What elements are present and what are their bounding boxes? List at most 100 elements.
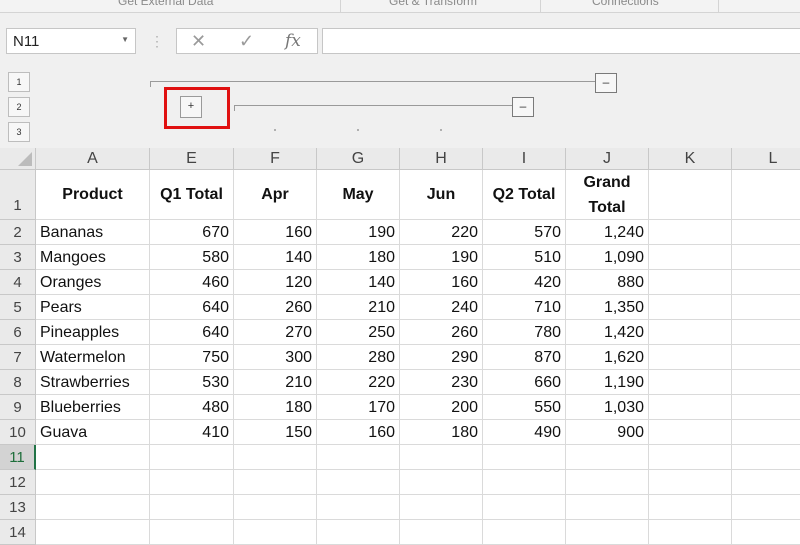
empty-cell[interactable] xyxy=(732,170,800,220)
value-cell[interactable]: 420 xyxy=(483,270,566,295)
empty-cell[interactable] xyxy=(400,520,483,545)
empty-cell[interactable] xyxy=(732,220,800,245)
empty-cell[interactable] xyxy=(234,495,317,520)
column-header-k[interactable]: K xyxy=(649,148,732,170)
name-box[interactable]: N11 ▼ xyxy=(6,28,136,54)
header-cell-grand-total[interactable]: Grand Total xyxy=(566,170,649,220)
empty-cell[interactable] xyxy=(317,470,400,495)
value-cell[interactable]: 410 xyxy=(150,420,234,445)
value-cell[interactable]: 170 xyxy=(317,395,400,420)
empty-cell[interactable] xyxy=(649,395,732,420)
insert-function-button[interactable]: fx xyxy=(285,31,301,51)
value-cell[interactable]: 230 xyxy=(400,370,483,395)
empty-cell[interactable] xyxy=(649,445,732,470)
value-cell[interactable]: 200 xyxy=(400,395,483,420)
empty-cell[interactable] xyxy=(732,395,800,420)
empty-cell[interactable] xyxy=(732,520,800,545)
empty-cell[interactable] xyxy=(649,320,732,345)
empty-cell[interactable] xyxy=(732,470,800,495)
column-header-h[interactable]: H xyxy=(400,148,483,170)
value-cell[interactable]: 260 xyxy=(234,295,317,320)
outline-level-1-button[interactable]: 1 xyxy=(8,72,30,92)
empty-cell[interactable] xyxy=(234,470,317,495)
row-header-7[interactable]: 7 xyxy=(0,345,36,370)
value-cell[interactable]: 510 xyxy=(483,245,566,270)
product-name-cell[interactable]: Pineapples xyxy=(36,320,150,345)
empty-cell[interactable] xyxy=(483,470,566,495)
value-cell[interactable]: 1,090 xyxy=(566,245,649,270)
value-cell[interactable]: 190 xyxy=(400,245,483,270)
empty-cell[interactable] xyxy=(649,520,732,545)
select-all-button[interactable] xyxy=(0,148,36,170)
row-header-3[interactable]: 3 xyxy=(0,245,36,270)
value-cell[interactable]: 240 xyxy=(400,295,483,320)
empty-cell[interactable] xyxy=(483,445,566,470)
value-cell[interactable]: 160 xyxy=(234,220,317,245)
product-name-cell[interactable]: Blueberries xyxy=(36,395,150,420)
empty-cell[interactable] xyxy=(649,245,732,270)
value-cell[interactable]: 870 xyxy=(483,345,566,370)
empty-cell[interactable] xyxy=(649,420,732,445)
value-cell[interactable]: 490 xyxy=(483,420,566,445)
collapse-group-button[interactable]: – xyxy=(595,73,617,93)
empty-cell[interactable] xyxy=(566,470,649,495)
empty-cell[interactable] xyxy=(234,445,317,470)
empty-cell[interactable] xyxy=(732,295,800,320)
row-header-12[interactable]: 12 xyxy=(0,470,36,495)
empty-cell[interactable] xyxy=(36,520,150,545)
row-header-1[interactable]: 1 xyxy=(0,170,36,220)
value-cell[interactable]: 210 xyxy=(317,295,400,320)
header-cell-apr[interactable]: Apr xyxy=(234,170,317,220)
value-cell[interactable]: 900 xyxy=(566,420,649,445)
empty-cell[interactable] xyxy=(566,520,649,545)
value-cell[interactable]: 140 xyxy=(317,270,400,295)
empty-cell[interactable] xyxy=(732,345,800,370)
value-cell[interactable]: 1,350 xyxy=(566,295,649,320)
value-cell[interactable]: 180 xyxy=(400,420,483,445)
value-cell[interactable]: 220 xyxy=(400,220,483,245)
collapse-group-button[interactable]: – xyxy=(512,97,534,117)
header-cell-jun[interactable]: Jun xyxy=(400,170,483,220)
empty-cell[interactable] xyxy=(36,495,150,520)
value-cell[interactable]: 780 xyxy=(483,320,566,345)
header-cell-q1-total[interactable]: Q1 Total xyxy=(150,170,234,220)
value-cell[interactable]: 530 xyxy=(150,370,234,395)
product-name-cell[interactable]: Watermelon xyxy=(36,345,150,370)
value-cell[interactable]: 300 xyxy=(234,345,317,370)
column-header-l[interactable]: L xyxy=(732,148,800,170)
x-icon[interactable]: ✕ xyxy=(191,31,206,52)
product-name-cell[interactable]: Mangoes xyxy=(36,245,150,270)
value-cell[interactable]: 670 xyxy=(150,220,234,245)
empty-cell[interactable] xyxy=(317,520,400,545)
row-header-2[interactable]: 2 xyxy=(0,220,36,245)
value-cell[interactable]: 750 xyxy=(150,345,234,370)
empty-cell[interactable] xyxy=(400,495,483,520)
empty-cell[interactable] xyxy=(400,470,483,495)
value-cell[interactable]: 1,620 xyxy=(566,345,649,370)
empty-cell[interactable] xyxy=(150,470,234,495)
value-cell[interactable]: 220 xyxy=(317,370,400,395)
row-header-9[interactable]: 9 xyxy=(0,395,36,420)
column-header-j[interactable]: J xyxy=(566,148,649,170)
value-cell[interactable]: 280 xyxy=(317,345,400,370)
empty-cell[interactable] xyxy=(732,245,800,270)
empty-cell[interactable] xyxy=(649,370,732,395)
value-cell[interactable]: 270 xyxy=(234,320,317,345)
empty-cell[interactable] xyxy=(150,495,234,520)
product-name-cell[interactable]: Guava xyxy=(36,420,150,445)
value-cell[interactable]: 640 xyxy=(150,295,234,320)
row-header-8[interactable]: 8 xyxy=(0,370,36,395)
row-header-13[interactable]: 13 xyxy=(0,495,36,520)
value-cell[interactable]: 160 xyxy=(317,420,400,445)
value-cell[interactable]: 180 xyxy=(234,395,317,420)
product-name-cell[interactable]: Bananas xyxy=(36,220,150,245)
value-cell[interactable]: 150 xyxy=(234,420,317,445)
empty-cell[interactable] xyxy=(234,520,317,545)
empty-cell[interactable] xyxy=(483,520,566,545)
column-header-a[interactable]: A xyxy=(36,148,150,170)
value-cell[interactable]: 1,190 xyxy=(566,370,649,395)
empty-cell[interactable] xyxy=(317,495,400,520)
value-cell[interactable]: 160 xyxy=(400,270,483,295)
empty-cell[interactable] xyxy=(649,220,732,245)
value-cell[interactable]: 1,420 xyxy=(566,320,649,345)
